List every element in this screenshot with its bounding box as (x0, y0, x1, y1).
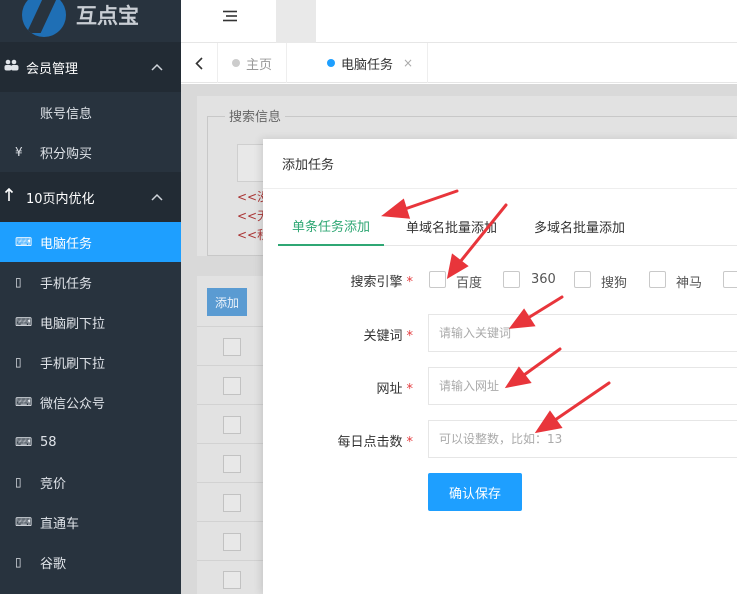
sidebar-item-label: 账号信息 (40, 106, 93, 122)
tab-single-domain-batch[interactable]: 单域名批量添加 (392, 206, 511, 246)
required-mark: * (406, 435, 414, 450)
keyboard-icon: ⌨ (15, 235, 33, 249)
sidebar-item-google[interactable]: ▯ 谷歌 (0, 542, 181, 582)
engine-checkbox-more[interactable] (723, 271, 737, 288)
sidebar-item-label: 谷歌 (40, 556, 67, 572)
users-icon (4, 59, 22, 75)
logo: 互点宝 (0, 0, 181, 42)
bg-button (237, 144, 265, 182)
row-checkbox[interactable] (223, 571, 241, 589)
sidebar-item-label: 积分购买 (40, 146, 93, 162)
tab-single-task[interactable]: 单条任务添加 (278, 206, 385, 246)
engine-checkbox-baidu[interactable] (429, 271, 446, 288)
engine-label-360: 360 (531, 272, 556, 287)
mobile-icon: ▯ (15, 475, 22, 489)
mobile-icon: ▯ (15, 355, 22, 369)
add-task-modal: 添加任务 单条任务添加 单域名批量添加 多域名批量添加 搜索引擎 * 百度 360… (263, 139, 737, 594)
top-bar-segment[interactable] (276, 0, 316, 43)
keyword-label: 关键词 * (263, 325, 413, 344)
tab-dot-icon (327, 59, 335, 67)
row-checkbox[interactable] (223, 377, 241, 395)
nav-group-label: 10页内优化 (26, 191, 95, 207)
url-input[interactable] (428, 367, 737, 405)
engine-checkbox-sogou[interactable] (574, 271, 591, 288)
keyword-input[interactable] (428, 314, 737, 352)
chevron-up-icon (151, 190, 181, 204)
tab-back-button[interactable] (181, 43, 218, 83)
sidebar-item-mobile-dropdown[interactable]: ▯ 手机刷下拉 (0, 342, 181, 382)
modal-tabs: 单条任务添加 单域名批量添加 多域名批量添加 (278, 206, 737, 246)
required-mark: * (406, 329, 414, 344)
mobile-icon: ▯ (15, 275, 22, 289)
required-mark: * (406, 382, 414, 397)
sidebar-item-label: 手机刷下拉 (40, 356, 106, 372)
sidebar-item-points[interactable]: ¥ 积分购买 (0, 132, 181, 172)
sidebar-item-label: 电脑刷下拉 (40, 316, 106, 332)
keyword-label-text: 关键词 (363, 329, 403, 344)
row-checkbox[interactable] (223, 416, 241, 434)
clicks-label-text: 每日点击数 (337, 435, 403, 450)
row-checkbox[interactable] (223, 533, 241, 551)
yen-icon: ¥ (15, 145, 23, 159)
row-checkbox[interactable] (223, 455, 241, 473)
tab-label: 电脑任务 (341, 57, 394, 73)
sidebar-item-label: 竞价 (40, 476, 67, 492)
logo-icon (22, 0, 66, 37)
sidebar-item-account[interactable]: 账号信息 (0, 92, 181, 132)
top-bar (181, 0, 737, 43)
sidebar-item-label: 微信公众号 (40, 396, 106, 412)
engine-label: 搜索引擎 * (263, 271, 413, 290)
url-label: 网址 * (263, 378, 413, 397)
engine-label-sogou: 搜狗 (601, 276, 628, 291)
row-checkbox[interactable] (223, 494, 241, 512)
close-icon[interactable]: × (403, 56, 413, 70)
tab-multi-domain-batch[interactable]: 多域名批量添加 (520, 206, 639, 246)
up-arrow-icon (4, 187, 22, 206)
mobile-icon: ▯ (15, 555, 22, 569)
tab-home[interactable]: 主页 (218, 43, 288, 83)
save-button[interactable]: 确认保存 (428, 473, 522, 511)
nav-group-member[interactable]: 会员管理 (0, 42, 181, 92)
engine-checkbox-shenma[interactable] (649, 271, 666, 288)
logo-text: 互点宝 (76, 4, 139, 28)
sidebar-item-label: 直通车 (40, 516, 80, 532)
url-label-text: 网址 (376, 382, 403, 397)
tab-strip: 主页 电脑任务 × (181, 43, 737, 83)
add-button[interactable]: 添加 (207, 288, 247, 316)
engine-label-shenma: 神马 (676, 276, 703, 291)
sidebar-item-label: 电脑任务 (40, 236, 93, 252)
sidebar-item-58[interactable]: ⌨ 58 (0, 422, 181, 462)
engine-checkbox-360[interactable] (503, 271, 520, 288)
keyboard-icon: ⌨ (15, 395, 33, 409)
keyboard-icon: ⌨ (15, 435, 33, 449)
engine-label-text: 搜索引擎 (350, 275, 403, 290)
sidebar-item-mobile-task[interactable]: ▯ 手机任务 (0, 262, 181, 302)
modal-title: 添加任务 (263, 139, 737, 189)
keyboard-icon: ⌨ (15, 315, 33, 329)
tab-label: 主页 (246, 57, 273, 73)
sidebar-item-pc-dropdown[interactable]: ⌨ 电脑刷下拉 (0, 302, 181, 342)
sidebar-item-wechat[interactable]: ⌨ 微信公众号 (0, 382, 181, 422)
menu-icon[interactable] (223, 8, 237, 26)
sidebar-item-bidding[interactable]: ▯ 竞价 (0, 462, 181, 502)
nav-group-optimize[interactable]: 10页内优化 (0, 172, 181, 222)
engine-label-baidu: 百度 (456, 276, 483, 291)
search-title: 搜索信息 (225, 106, 286, 125)
sidebar-item-label: 手机任务 (40, 276, 93, 292)
sidebar-item-ztc[interactable]: ⌨ 直通车 (0, 502, 181, 542)
sidebar: 互点宝 会员管理 账号信息 ¥ 积分购买 10页内优化 ⌨ 电脑任务 ▯ 手机任… (0, 0, 181, 594)
sidebar-item-label: 58 (40, 434, 57, 450)
keyboard-icon: ⌨ (15, 515, 33, 529)
sidebar-item-pc-task[interactable]: ⌨ 电脑任务 (0, 222, 181, 262)
chevron-up-icon (151, 60, 181, 74)
daily-clicks-input[interactable] (428, 420, 737, 458)
tab-pc-task[interactable]: 电脑任务 × (313, 43, 429, 83)
clicks-label: 每日点击数 * (263, 431, 413, 450)
tab-dot-icon (232, 59, 240, 67)
required-mark: * (406, 275, 414, 290)
row-checkbox[interactable] (223, 338, 241, 356)
nav-group-label: 会员管理 (26, 61, 79, 77)
